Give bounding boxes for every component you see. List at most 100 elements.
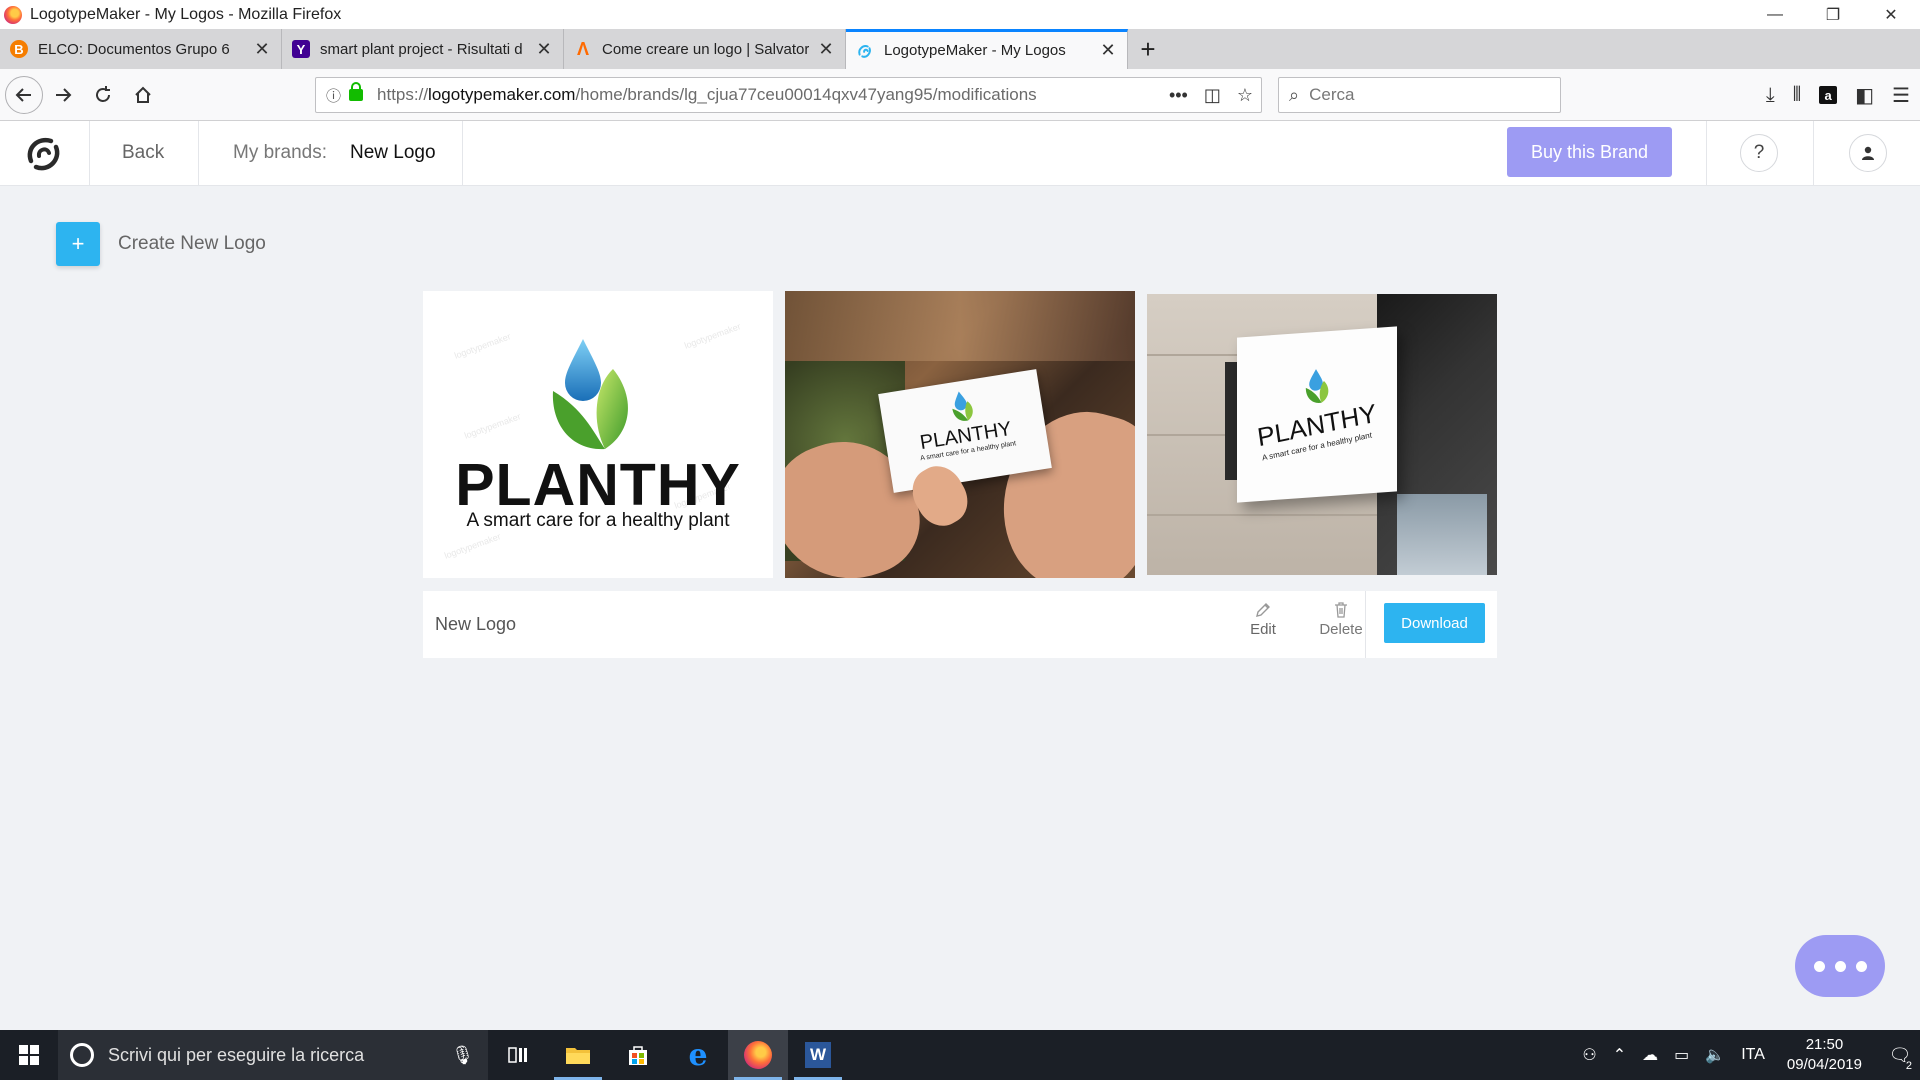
minimize-button[interactable]: —: [1746, 0, 1804, 29]
edge-button[interactable]: e: [668, 1030, 728, 1080]
app-header: Back My brands: New Logo Buy this Brand …: [0, 121, 1920, 186]
logo-name[interactable]: New Logo: [435, 614, 516, 635]
pencil-icon: [1256, 603, 1270, 617]
blogger-icon: B: [10, 40, 28, 58]
task-view-button[interactable]: [488, 1030, 548, 1080]
business-card-mockup[interactable]: PLANTHY A smart care for a healthy plant: [785, 291, 1135, 578]
chevron-up-icon[interactable]: ⌃: [1613, 1045, 1626, 1065]
tab-logotypemaker[interactable]: LogotypeMaker - My Logos ✕: [846, 29, 1128, 69]
window-title: LogotypeMaker - My Logos - Mozilla Firef…: [30, 5, 342, 23]
arrow-left-icon: [15, 87, 31, 102]
amazon-icon[interactable]: a: [1819, 86, 1838, 104]
planthy-logo-icon: [552, 339, 628, 450]
page-actions-icon[interactable]: •••: [1169, 85, 1188, 106]
window-titlebar: LogotypeMaker - My Logos - Mozilla Firef…: [0, 0, 1920, 29]
tab-yahoo[interactable]: Y smart plant project - Risultati d ✕: [282, 29, 564, 69]
info-icon[interactable]: ⓘ: [326, 85, 341, 106]
close-tab-icon[interactable]: ✕: [1099, 40, 1117, 61]
action-center-button[interactable]: 🗨 2: [1880, 1030, 1920, 1080]
logotypemaker-icon: [856, 42, 874, 60]
firefox-icon: [744, 1041, 772, 1069]
library-icon[interactable]: ⫴: [1793, 84, 1801, 107]
restore-button[interactable]: ❐: [1804, 0, 1862, 29]
trash-icon: [1335, 602, 1347, 618]
close-tab-icon[interactable]: ✕: [535, 39, 553, 60]
word-button[interactable]: W: [788, 1030, 848, 1080]
back-link[interactable]: Back: [122, 142, 164, 164]
edit-button[interactable]: Edit: [1223, 601, 1303, 651]
file-explorer-button[interactable]: [548, 1030, 608, 1080]
browser-forward-button[interactable]: [43, 75, 83, 115]
reload-button[interactable]: [83, 75, 123, 115]
logo-card: New Logo Edit Delete Download: [423, 591, 1497, 658]
download-button[interactable]: Download: [1384, 603, 1485, 643]
arrow-right-icon: [56, 87, 72, 102]
clock-date: 09/04/2019: [1786, 1056, 1862, 1073]
tab-bar: B ELCO: Documentos Grupo 6 ✕ Y smart pla…: [0, 29, 1920, 69]
tab-label: Come creare un logo | Salvator: [602, 40, 809, 58]
storefront-sign-mockup[interactable]: PLANTHY A smart care for a healthy plant: [1147, 294, 1497, 575]
task-view-icon: [508, 1047, 527, 1063]
tab-elco[interactable]: B ELCO: Documentos Grupo 6 ✕: [0, 29, 282, 69]
tab-label: ELCO: Documentos Grupo 6: [38, 40, 230, 58]
brand-selector[interactable]: New Logo: [350, 142, 436, 164]
battery-icon[interactable]: ▭: [1674, 1045, 1689, 1065]
url-bar[interactable]: ⓘ https://logotypemaker.com/home/brands/…: [315, 77, 1262, 113]
search-bar[interactable]: ⌕ Cerca: [1278, 77, 1561, 113]
home-button[interactable]: [123, 75, 163, 115]
close-tab-icon[interactable]: ✕: [253, 39, 271, 60]
onedrive-icon[interactable]: ☁: [1642, 1045, 1658, 1065]
delete-button[interactable]: Delete: [1301, 601, 1381, 651]
divider: [198, 121, 199, 186]
clock[interactable]: 21:50 09/04/2019: [1787, 1035, 1862, 1075]
volume-icon[interactable]: 🔈: [1705, 1045, 1725, 1065]
chat-button[interactable]: [1795, 935, 1885, 997]
store-button[interactable]: [608, 1030, 668, 1080]
url-text[interactable]: https://logotypemaker.com/home/brands/lg…: [377, 85, 1037, 105]
firefox-taskbar-button[interactable]: [728, 1030, 788, 1080]
navigation-bar: ⓘ https://logotypemaker.com/home/brands/…: [0, 69, 1920, 121]
close-tab-icon[interactable]: ✕: [817, 39, 835, 60]
divider: [89, 121, 90, 186]
language-indicator[interactable]: ITA: [1741, 1046, 1765, 1064]
bookmark-star-icon[interactable]: ☆: [1237, 85, 1253, 106]
window-controls: — ❐ ✕: [1746, 0, 1920, 29]
search-icon: ⌕: [1289, 84, 1300, 105]
notification-count: 2: [1905, 1060, 1912, 1072]
create-new-logo-button[interactable]: +: [56, 222, 100, 266]
start-button[interactable]: [0, 1030, 58, 1080]
menu-icon[interactable]: ☰: [1892, 83, 1910, 108]
search-placeholder: Cerca: [1309, 85, 1355, 104]
word-icon: W: [805, 1042, 831, 1068]
my-brands-label: My brands:: [233, 142, 327, 163]
logo-preview[interactable]: logotypemaker logotypemaker logotypemake…: [423, 291, 773, 578]
taskbar-search[interactable]: Scrivi qui per eseguire la ricerca 🎙: [58, 1030, 488, 1080]
divider: [1365, 591, 1366, 658]
lock-icon[interactable]: [349, 82, 364, 101]
sidebar-icon[interactable]: ◧: [1855, 83, 1874, 108]
edit-label: Edit: [1250, 621, 1276, 638]
tab-aranzulla[interactable]: Λ Come creare un logo | Salvator ✕: [564, 29, 846, 69]
system-tray: ⚇ ⌃ ☁ ▭ 🔈 ITA 21:50 09/04/2019 🗨 2: [1574, 1030, 1920, 1080]
close-window-button[interactable]: ✕: [1862, 0, 1920, 29]
downloads-icon[interactable]: ⤓: [1766, 84, 1775, 107]
aranzulla-icon: Λ: [576, 38, 589, 59]
toolbar-icons: ⤓ ⫴ a ◧ ☰: [1766, 77, 1910, 113]
pocket-icon[interactable]: ◫: [1204, 85, 1221, 106]
browser-back-button[interactable]: [5, 75, 43, 114]
mini-logo-icon: [952, 391, 973, 421]
new-tab-button[interactable]: +: [1128, 29, 1168, 69]
folder-icon: [566, 1048, 590, 1064]
buy-brand-button[interactable]: Buy this Brand: [1507, 127, 1672, 177]
help-button[interactable]: ?: [1740, 134, 1778, 172]
windows-logo-icon: [19, 1045, 39, 1065]
user-account-button[interactable]: [1849, 134, 1887, 172]
people-icon[interactable]: ⚇: [1582, 1045, 1596, 1065]
microphone-icon[interactable]: 🎙: [451, 1045, 474, 1066]
logotypemaker-logo-icon[interactable]: [22, 131, 66, 175]
divider: [1706, 121, 1707, 186]
create-new-logo-label[interactable]: Create New Logo: [118, 233, 266, 255]
tab-label: smart plant project - Risultati d: [320, 40, 523, 58]
taskbar-search-placeholder: Scrivi qui per eseguire la ricerca: [108, 1044, 365, 1065]
yahoo-icon: Y: [292, 40, 310, 58]
